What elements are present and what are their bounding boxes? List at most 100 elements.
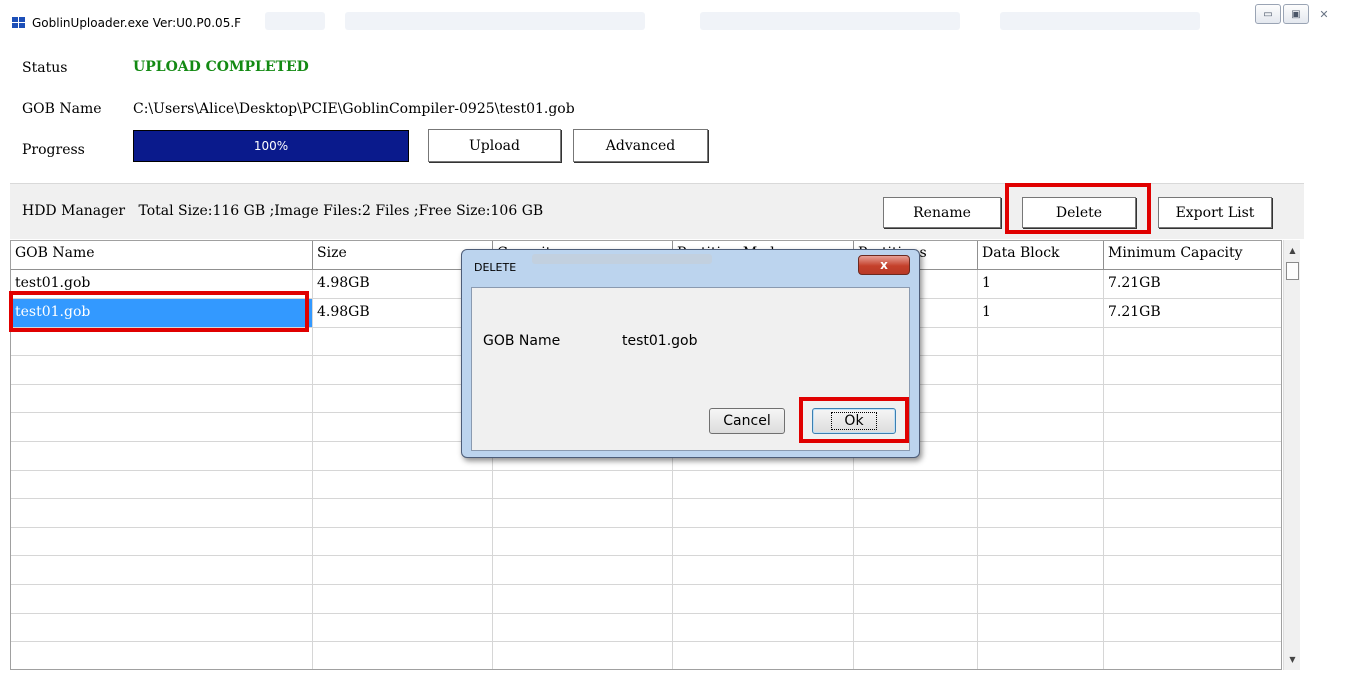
- table-cell: [1104, 442, 1281, 471]
- hdd-info: HDD Manager Total Size:116 GB ;Image Fil…: [22, 203, 544, 219]
- table-cell: [673, 498, 854, 528]
- table-cell: [978, 641, 1104, 669]
- table-cell: [1104, 527, 1281, 557]
- table-cell: [1104, 585, 1281, 614]
- table-cell: [673, 584, 854, 614]
- table-cell: 1: [978, 298, 1104, 328]
- table-cell: [854, 527, 978, 557]
- table-cell: [11, 641, 313, 669]
- ok-highlight: [799, 397, 909, 443]
- table-cell: [11, 584, 313, 614]
- blurred-toolbar: [345, 12, 645, 30]
- upload-button[interactable]: Upload: [428, 129, 561, 162]
- table-cell: [978, 327, 1104, 357]
- table-cell: [313, 498, 493, 528]
- dialog-field-value: test01.gob: [622, 333, 698, 349]
- export-list-button[interactable]: Export List: [1158, 197, 1272, 228]
- table-cell: [313, 584, 493, 614]
- table-cell: [978, 470, 1104, 500]
- table-cell: [978, 527, 1104, 557]
- table-cell: [11, 355, 313, 385]
- table-cell: [854, 556, 978, 585]
- table-cell: [493, 641, 673, 669]
- dialog-close-button[interactable]: x: [858, 255, 910, 275]
- empty-row[interactable]: [11, 498, 1281, 528]
- table-cell: [11, 613, 313, 643]
- advanced-button[interactable]: Advanced: [573, 129, 708, 162]
- cancel-button[interactable]: Cancel: [709, 408, 785, 434]
- table-cell: [978, 355, 1104, 385]
- progress-percent: 100%: [253, 139, 289, 153]
- table-cell: [1104, 384, 1281, 414]
- table-cell: [313, 470, 493, 500]
- empty-row[interactable]: [11, 527, 1281, 557]
- title-bar: GoblinUploader.exe Ver:U0.P0.05.F ▭ ▣ ✕: [0, 0, 1359, 40]
- rename-button[interactable]: Rename: [883, 197, 1001, 228]
- table-cell: [978, 441, 1104, 471]
- scroll-down-icon[interactable]: ▼: [1284, 651, 1301, 668]
- vertical-scrollbar[interactable]: ▲ ▼: [1283, 240, 1300, 670]
- progress-label: Progress: [22, 142, 85, 158]
- table-cell: [673, 556, 854, 585]
- table-cell: [313, 527, 493, 557]
- table-cell: [493, 527, 673, 557]
- table-cell: [1104, 613, 1281, 643]
- table-cell: [313, 556, 493, 585]
- column-header[interactable]: GOB Name: [11, 241, 313, 270]
- table-cell: [854, 470, 978, 500]
- column-header[interactable]: Data Block: [978, 241, 1104, 270]
- table-cell: [313, 613, 493, 643]
- table-cell: [493, 584, 673, 614]
- scroll-thumb[interactable]: [1286, 262, 1299, 280]
- table-cell: [493, 470, 673, 500]
- close-button[interactable]: ✕: [1311, 4, 1337, 24]
- table-cell: [1104, 642, 1281, 669]
- gob-name-label: GOB Name: [22, 101, 102, 117]
- table-cell: [978, 584, 1104, 614]
- table-cell: [1104, 356, 1281, 385]
- table-cell: [978, 613, 1104, 643]
- table-cell: [11, 441, 313, 471]
- table-cell: [978, 413, 1104, 442]
- table-cell: [11, 384, 313, 414]
- table-cell: [1104, 470, 1281, 500]
- blurred-toolbar: [265, 12, 325, 30]
- table-cell: [1104, 499, 1281, 528]
- status-label: Status: [22, 60, 68, 76]
- blurred-toolbar: [1000, 12, 1200, 30]
- table-cell: [978, 384, 1104, 414]
- table-cell: [313, 641, 493, 669]
- table-cell: 1: [978, 270, 1104, 299]
- gob-path: C:\Users\Alice\Desktop\PCIE\GoblinCompil…: [133, 101, 575, 117]
- table-cell: [11, 470, 313, 500]
- scroll-up-icon[interactable]: ▲: [1284, 242, 1301, 259]
- table-cell: 7.21GB: [1104, 270, 1281, 299]
- table-cell: [673, 470, 854, 500]
- table-cell: [854, 584, 978, 614]
- window-controls: ▭ ▣ ✕: [1255, 4, 1337, 24]
- table-cell: [493, 613, 673, 643]
- table-cell: [11, 498, 313, 528]
- table-cell: [493, 498, 673, 528]
- table-cell: [11, 556, 313, 585]
- empty-row[interactable]: [11, 556, 1281, 585]
- empty-row[interactable]: [11, 584, 1281, 614]
- window-title: GoblinUploader.exe Ver:U0.P0.05.F: [32, 16, 242, 30]
- table-cell: [854, 641, 978, 669]
- maximize-button[interactable]: ▣: [1283, 4, 1309, 24]
- table-cell: [978, 556, 1104, 585]
- table-cell: [1104, 556, 1281, 585]
- progress-bar: 100%: [133, 130, 409, 162]
- table-cell: [11, 413, 313, 442]
- empty-row[interactable]: [11, 470, 1281, 500]
- table-cell: [978, 498, 1104, 528]
- dialog-field-label: GOB Name: [483, 333, 561, 349]
- minimize-button[interactable]: ▭: [1255, 4, 1281, 24]
- status-value: UPLOAD COMPLETED: [133, 59, 309, 75]
- blurred-toolbar: [700, 12, 960, 30]
- column-header[interactable]: Minimum Capacity: [1104, 241, 1281, 270]
- empty-row[interactable]: [11, 613, 1281, 643]
- delete-highlight: [1005, 183, 1151, 234]
- table-cell: [673, 641, 854, 669]
- empty-row[interactable]: [11, 641, 1281, 669]
